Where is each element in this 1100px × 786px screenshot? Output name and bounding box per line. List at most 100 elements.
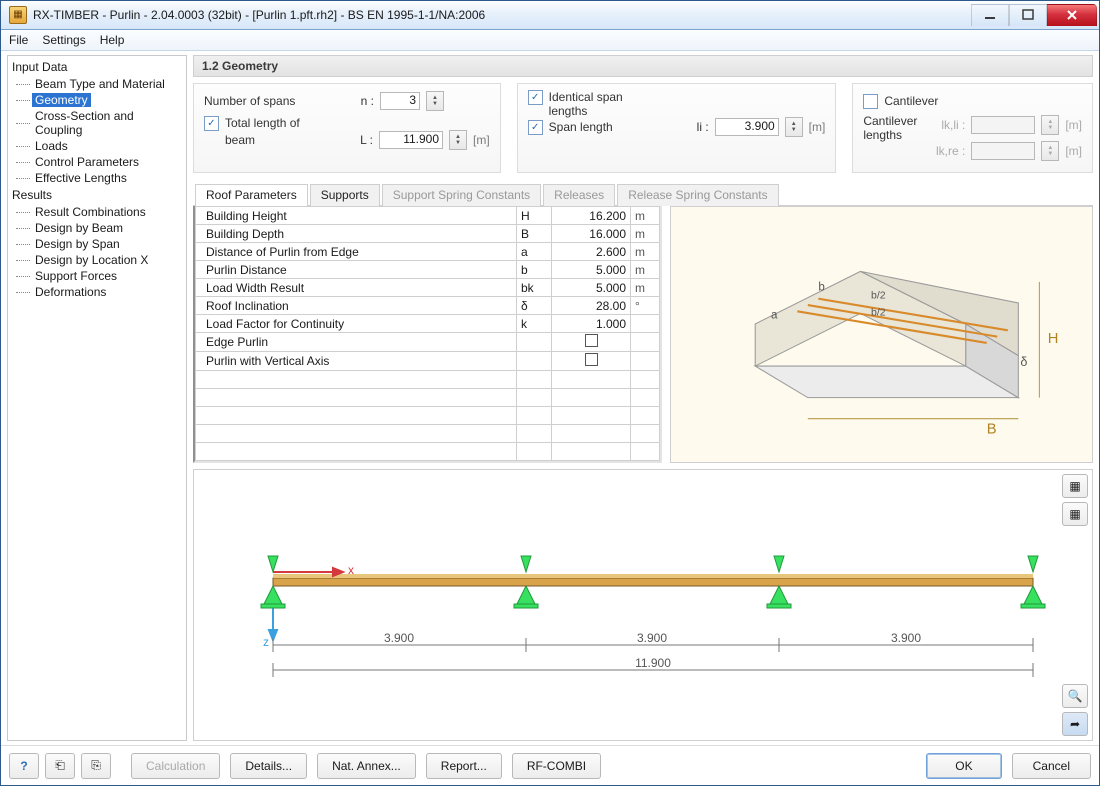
spinner-total-length[interactable]: ▲▼: [449, 130, 467, 150]
symbol-L: L :: [349, 133, 373, 147]
parameter-table[interactable]: Building HeightH16.200mBuilding DepthB16…: [193, 206, 662, 463]
preview-tool-fit[interactable]: 🔍: [1062, 684, 1088, 708]
tree-node-cross-section[interactable]: Cross-Section and Coupling: [16, 108, 186, 138]
input-span-count[interactable]: 3: [380, 92, 420, 110]
help-icon: ?: [20, 759, 27, 773]
maximize-button[interactable]: [1009, 4, 1047, 26]
checkbox-span-length[interactable]: ✓: [528, 120, 543, 135]
tab-support-spring-constants[interactable]: Support Spring Constants: [382, 184, 541, 206]
tree-node-design-by-span[interactable]: Design by Span: [16, 236, 186, 252]
symbol-li: li :: [685, 120, 709, 134]
report-button[interactable]: Report...: [426, 753, 502, 779]
beam-preview[interactable]: ▦ ▦ 🔍 ➦ x: [193, 469, 1093, 741]
preview-tool-1[interactable]: ▦: [1062, 474, 1088, 498]
spinner-span-length[interactable]: ▲▼: [785, 117, 803, 137]
nat-annex-button[interactable]: Nat. Annex...: [317, 753, 416, 779]
label-span-length: Span length: [549, 120, 679, 134]
preview-tool-2[interactable]: ▦: [1062, 502, 1088, 526]
calculation-button[interactable]: Calculation: [131, 753, 220, 779]
table-row[interactable]: Edge Purlin: [196, 333, 660, 352]
tree-node-control-parameters[interactable]: Control Parameters: [16, 154, 186, 170]
checkbox-cantilever[interactable]: [863, 94, 878, 109]
checkbox-icon[interactable]: [585, 353, 598, 366]
tree-node-design-by-location[interactable]: Design by Location X: [16, 252, 186, 268]
spinner-span-count[interactable]: ▲▼: [426, 91, 444, 111]
tree-node-result-combinations[interactable]: Result Combinations: [16, 204, 186, 220]
unit-total-length: [m]: [473, 133, 490, 147]
label-cantilever-lengths-1: Cantilever: [863, 114, 917, 128]
prev-button[interactable]: ⎗: [45, 753, 75, 779]
dim-span-1: 3.900: [384, 631, 414, 645]
close-button[interactable]: [1047, 4, 1097, 26]
input-span-length[interactable]: 3.900: [715, 118, 779, 136]
label-number-of-spans: Number of spans: [204, 94, 344, 108]
table-row: [196, 425, 660, 443]
bottom-right-buttons: OK Cancel: [926, 753, 1091, 779]
minimize-button[interactable]: [971, 4, 1009, 26]
label-identical-2: lengths: [549, 104, 623, 118]
help-button[interactable]: ?: [9, 753, 39, 779]
tree-node-effective-lengths[interactable]: Effective Lengths: [16, 170, 186, 186]
table-row: [196, 407, 660, 425]
table-row[interactable]: Load Width Resultbk5.000m: [196, 279, 660, 297]
spinner-cantilever-li: ▲▼: [1041, 115, 1059, 135]
diagram-label-b: b: [818, 281, 824, 293]
diagram-label-a: a: [771, 310, 778, 322]
table-row: [196, 371, 660, 389]
menu-file[interactable]: File: [9, 33, 28, 47]
table-row[interactable]: Roof Inclinationδ28.00°: [196, 297, 660, 315]
axis-label-z: z: [263, 635, 269, 649]
diagram-label-H: H: [1048, 331, 1059, 347]
window-controls: [971, 4, 1097, 26]
input-total-length[interactable]: 11.900: [379, 131, 443, 149]
label-total-length-2: beam: [225, 133, 343, 147]
section-title: 1.2 Geometry: [193, 55, 1093, 77]
checkbox-icon[interactable]: [585, 334, 598, 347]
content-area: Input Data Beam Type and Material Geomet…: [1, 51, 1099, 745]
details-button[interactable]: Details...: [230, 753, 307, 779]
table-row: [196, 389, 660, 407]
table-row[interactable]: Purlin with Vertical Axis: [196, 352, 660, 371]
tree-header-input[interactable]: Input Data: [8, 58, 186, 76]
rf-combi-button[interactable]: RF-COMBI: [512, 753, 601, 779]
app-window: ▦ RX-TIMBER - Purlin - 2.04.0003 (32bit)…: [0, 0, 1100, 786]
tab-release-spring-constants[interactable]: Release Spring Constants: [617, 184, 778, 206]
next-button[interactable]: ⎘: [81, 753, 111, 779]
menu-bar: File Settings Help: [1, 30, 1099, 51]
checkbox-identical-span[interactable]: ✓: [528, 90, 543, 105]
tree-node-geometry[interactable]: Geometry: [16, 92, 186, 108]
symbol-lkli: lk,li :: [931, 118, 965, 132]
dim-span-2: 3.900: [637, 631, 667, 645]
preview-tool-export[interactable]: ➦: [1062, 712, 1088, 736]
tab-releases[interactable]: Releases: [543, 184, 615, 206]
table-row[interactable]: Load Factor for Continuityk1.000: [196, 315, 660, 333]
table-row: [196, 443, 660, 461]
cancel-button[interactable]: Cancel: [1012, 753, 1091, 779]
group-spans-length: Number of spans n : 3 ▲▼ ✓ Total length …: [193, 83, 501, 173]
menu-settings[interactable]: Settings: [42, 33, 85, 47]
table-row[interactable]: Building HeightH16.200m: [196, 207, 660, 225]
diagram-label-b2a: b/2: [871, 290, 886, 302]
bottom-bar: ? ⎗ ⎘ Calculation Details... Nat. Annex.…: [1, 745, 1099, 785]
window-title: RX-TIMBER - Purlin - 2.04.0003 (32bit) -…: [33, 8, 485, 22]
tree-node-design-by-beam[interactable]: Design by Beam: [16, 220, 186, 236]
menu-help[interactable]: Help: [100, 33, 125, 47]
symbol-n: n :: [350, 94, 374, 108]
ok-button[interactable]: OK: [926, 753, 1001, 779]
checkbox-total-length[interactable]: ✓: [204, 116, 219, 131]
tab-supports[interactable]: Supports: [310, 184, 380, 206]
table-row[interactable]: Building DepthB16.000m: [196, 225, 660, 243]
sub-tabs: Roof Parameters Supports Support Spring …: [193, 183, 1093, 206]
tree-node-deformations[interactable]: Deformations: [16, 284, 186, 300]
group-span-settings: ✓ Identical span lengths ✓ Span length l…: [517, 83, 837, 173]
tree-node-loads[interactable]: Loads: [16, 138, 186, 154]
preview-tools-top: ▦ ▦: [1062, 474, 1088, 526]
export-icon: ➦: [1070, 717, 1080, 731]
tree-node-support-forces[interactable]: Support Forces: [16, 268, 186, 284]
table-row[interactable]: Distance of Purlin from Edgea2.600m: [196, 243, 660, 261]
tree-node-beam-type[interactable]: Beam Type and Material: [16, 76, 186, 92]
table-row[interactable]: Purlin Distanceb5.000m: [196, 261, 660, 279]
form-groups: Number of spans n : 3 ▲▼ ✓ Total length …: [193, 83, 1093, 173]
tree-header-results[interactable]: Results: [8, 186, 186, 204]
tab-roof-parameters[interactable]: Roof Parameters: [195, 184, 308, 206]
